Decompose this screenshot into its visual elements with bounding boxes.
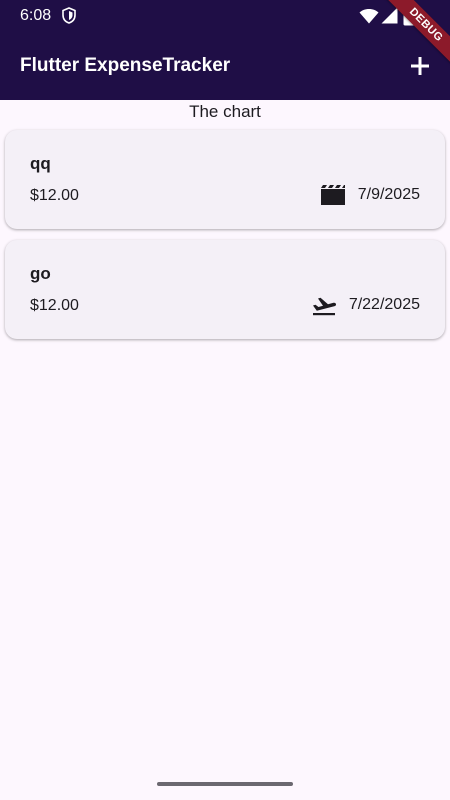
expense-date: 7/9/2025 <box>357 186 420 203</box>
home-indicator[interactable] <box>157 782 293 786</box>
plus-icon <box>411 57 429 75</box>
expense-title: qq <box>30 154 51 173</box>
shield-icon <box>62 7 76 24</box>
status-bar: 6:08 <box>0 0 450 32</box>
wifi-icon <box>359 9 379 24</box>
expense-card[interactable]: qq $12.00 7/9/2025 <box>5 130 445 229</box>
chart-label: The chart <box>189 102 261 121</box>
app-bar: Flutter ExpenseTracker <box>0 32 450 100</box>
expense-amount: $12.00 <box>30 297 79 314</box>
flight-takeoff-icon <box>312 297 336 316</box>
app-title: Flutter ExpenseTracker <box>20 55 231 76</box>
expense-card[interactable]: go $12.00 7/22/2025 <box>5 240 445 339</box>
expense-date: 7/22/2025 <box>348 296 420 313</box>
expense-title: go <box>30 264 51 283</box>
signal-icon <box>381 7 398 24</box>
expense-meta: 7/22/2025 <box>311 292 420 318</box>
status-time: 6:08 <box>20 7 52 24</box>
expense-amount: $12.00 <box>30 187 79 204</box>
add-button[interactable] <box>404 50 436 82</box>
expense-meta: 7/9/2025 <box>320 182 420 208</box>
movie-icon <box>320 185 345 205</box>
